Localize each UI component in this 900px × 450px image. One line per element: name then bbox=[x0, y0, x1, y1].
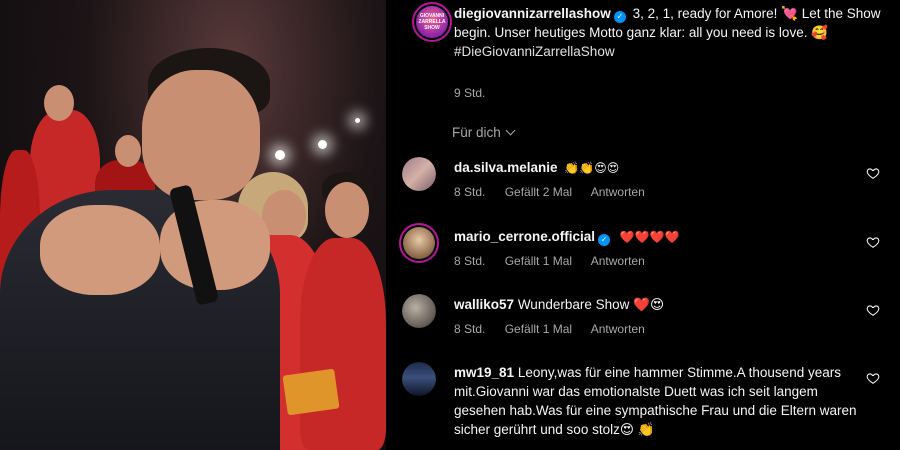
dancer-face bbox=[325, 182, 369, 238]
caption-hashtag[interactable]: #DieGiovanniZarrellaShow bbox=[454, 44, 615, 59]
comment-filter-label: Für dich bbox=[452, 125, 501, 140]
instagram-post-view: GIOVANNI ZARRELLA SHOW diegiovannizarrel… bbox=[0, 0, 900, 450]
comment-text: Leony,was für eine hammer Stimme.A thous… bbox=[454, 365, 857, 437]
comment-item: mw19_81 Leony,was für eine hammer Stimme… bbox=[386, 362, 886, 450]
comment-likes[interactable]: Gefällt 1 Mal bbox=[505, 254, 572, 268]
stage-light bbox=[318, 140, 327, 149]
dancer-face bbox=[115, 135, 141, 167]
comment-time: 8 Std. bbox=[454, 322, 486, 336]
commenter-avatar[interactable] bbox=[402, 294, 436, 328]
dancer bbox=[300, 238, 386, 450]
stage-light bbox=[355, 118, 360, 123]
comment-text: Wunderbare Show ❤️😍 bbox=[517, 297, 665, 312]
logo-text: GIOVANNI ZARRELLA SHOW bbox=[418, 13, 446, 31]
avatar-image bbox=[402, 362, 436, 396]
comment-username[interactable]: mw19_81 bbox=[454, 365, 514, 380]
comment-meta: 8 Std. Gefällt 2 Mal Antworten bbox=[454, 185, 661, 199]
commenter-avatar[interactable] bbox=[402, 157, 436, 191]
chevron-down-icon bbox=[505, 125, 516, 136]
comment-likes[interactable]: Gefällt 2 Mal bbox=[505, 185, 572, 199]
post-author-username[interactable]: diegiovannizarrellashow bbox=[454, 6, 611, 21]
reply-button[interactable]: Antworten bbox=[591, 185, 645, 199]
cue-card bbox=[282, 368, 340, 416]
heart-outline-icon[interactable] bbox=[866, 371, 880, 385]
avatar-image bbox=[402, 294, 436, 328]
post-caption: diegiovannizarrellashow ✓ 3, 2, 1, ready … bbox=[454, 4, 884, 61]
verified-badge-icon: ✓ bbox=[598, 234, 611, 246]
avatar-image bbox=[402, 157, 436, 191]
post-media[interactable] bbox=[0, 0, 386, 450]
post-header: GIOVANNI ZARRELLA SHOW diegiovannizarrel… bbox=[400, 0, 900, 120]
host-hand bbox=[40, 205, 160, 295]
comment-item: walliko57 Wunderbare Show ❤️😍 8 Std. Gef… bbox=[386, 294, 886, 344]
comment-username[interactable]: mario_cerrone.official bbox=[454, 229, 595, 244]
comment-text: ❤️❤️❤️❤️ bbox=[619, 230, 680, 244]
heart-outline-icon[interactable] bbox=[866, 166, 880, 180]
show-logo-icon: GIOVANNI ZARRELLA SHOW bbox=[416, 6, 448, 38]
comment-body: walliko57 Wunderbare Show ❤️😍 bbox=[454, 295, 854, 314]
heart-outline-icon[interactable] bbox=[866, 303, 880, 317]
comment-meta: 8 Std. Gefällt 1 Mal Antworten bbox=[454, 254, 661, 268]
comment-body: da.silva.melanie 👏👏😍😍 bbox=[454, 158, 854, 178]
comment-likes[interactable]: Gefällt 1 Mal bbox=[505, 322, 572, 336]
reply-button[interactable]: Antworten bbox=[591, 322, 645, 336]
comment-time: 8 Std. bbox=[454, 254, 486, 268]
commenter-avatar[interactable] bbox=[402, 362, 436, 396]
heart-outline-icon[interactable] bbox=[866, 235, 880, 249]
host-face bbox=[142, 70, 260, 200]
verified-badge-icon: ✓ bbox=[613, 11, 626, 23]
comment-item: da.silva.melanie 👏👏😍😍 8 Std. Gefällt 2 M… bbox=[386, 157, 886, 207]
comment-body: mario_cerrone.official ✓ ❤️❤️❤️❤️ bbox=[454, 227, 854, 247]
comments-panel: GIOVANNI ZARRELLA SHOW diegiovannizarrel… bbox=[386, 0, 900, 450]
avatar-image bbox=[403, 227, 435, 259]
comment-username[interactable]: walliko57 bbox=[454, 297, 514, 312]
comment-username[interactable]: da.silva.melanie bbox=[454, 160, 558, 175]
comment-meta: 8 Std. Gefällt 1 Mal Antworten bbox=[454, 322, 661, 336]
stage-light bbox=[275, 150, 285, 160]
comment-filter-dropdown[interactable]: Für dich bbox=[452, 125, 516, 140]
comment-time: 8 Std. bbox=[454, 185, 486, 199]
commenter-avatar[interactable] bbox=[399, 223, 439, 263]
comment-item: mario_cerrone.official ✓ ❤️❤️❤️❤️ 8 Std. … bbox=[386, 223, 886, 276]
comment-body: mw19_81 Leony,was für eine hammer Stimme… bbox=[454, 363, 864, 439]
reply-button[interactable]: Antworten bbox=[591, 254, 645, 268]
post-timestamp: 9 Std. bbox=[454, 86, 486, 100]
comment-text: 👏👏😍😍 bbox=[564, 161, 620, 175]
dancer-face bbox=[44, 85, 74, 121]
post-author-avatar[interactable]: GIOVANNI ZARRELLA SHOW bbox=[412, 2, 452, 42]
